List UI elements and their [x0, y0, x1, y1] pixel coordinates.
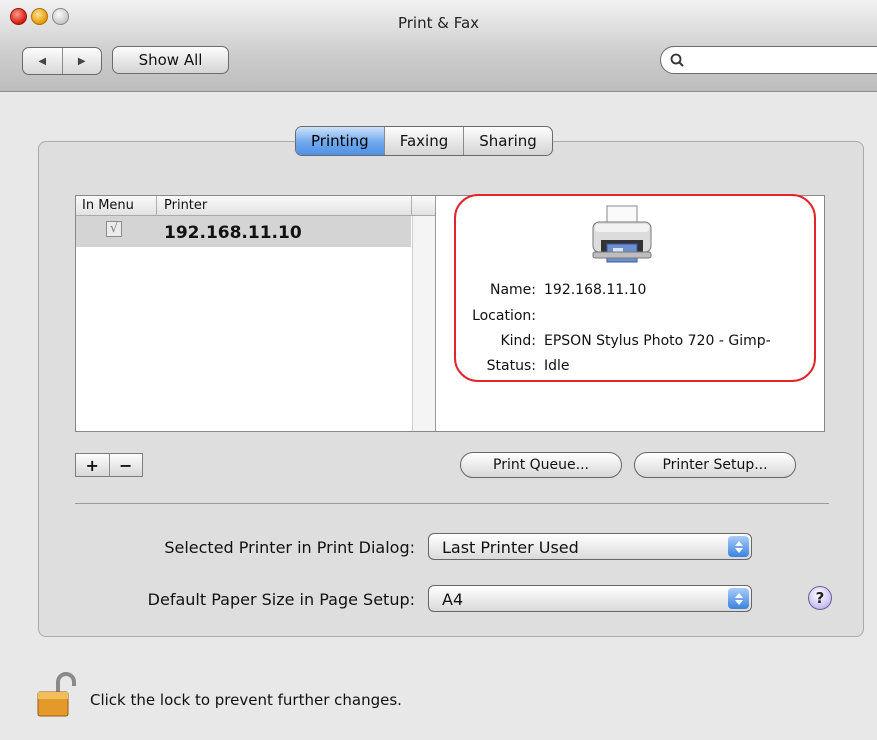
printer-list-header: In Menu Printer — [76, 196, 435, 216]
select-arrows-icon — [728, 588, 749, 609]
tab-sharing[interactable]: Sharing — [464, 127, 552, 155]
status-value: Idle — [544, 358, 570, 374]
forward-arrow-icon[interactable]: ▶ — [63, 48, 102, 74]
column-header-in-menu[interactable]: In Menu — [82, 198, 134, 213]
add-printer-button[interactable]: + — [76, 454, 110, 476]
lock-open-icon[interactable] — [36, 670, 80, 718]
select-arrows-icon — [728, 536, 749, 557]
paper-size-label: Default Paper Size in Page Setup: — [147, 590, 415, 609]
back-forward-control[interactable]: ◀ ▶ — [22, 47, 102, 75]
list-scrollbar[interactable] — [412, 216, 435, 431]
paper-size-select[interactable]: A4 — [428, 585, 752, 612]
search-icon — [670, 53, 684, 67]
print-queue-button[interactable]: Print Queue... — [460, 452, 622, 478]
tab-faxing[interactable]: Faxing — [385, 127, 465, 155]
tab-bar: Printing Faxing Sharing — [295, 126, 553, 156]
selected-printer-select[interactable]: Last Printer Used — [428, 533, 752, 560]
kind-label: Kind: — [500, 333, 536, 349]
tab-printing[interactable]: Printing — [296, 127, 385, 155]
selected-printer-label: Selected Printer in Print Dialog: — [164, 538, 415, 557]
column-header-printer[interactable]: Printer — [164, 198, 207, 213]
window-titlebar: Print & Fax ◀ ▶ Show All — [0, 0, 877, 92]
show-all-button[interactable]: Show All — [112, 46, 229, 74]
back-arrow-icon[interactable]: ◀ — [23, 48, 63, 74]
window-title: Print & Fax — [397, 14, 480, 32]
kind-value: EPSON Stylus Photo 720 - Gimp- — [544, 333, 771, 349]
selected-printer-value: Last Printer Used — [442, 538, 579, 557]
printer-row[interactable]: √ 192.168.11.10 — [76, 216, 411, 247]
help-button[interactable]: ? — [808, 586, 832, 610]
printer-name: 192.168.11.10 — [164, 223, 302, 243]
add-remove-control: + − — [75, 453, 143, 477]
printer-icon — [592, 205, 652, 263]
status-label: Status: — [486, 358, 536, 374]
lock-message: Click the lock to prevent further change… — [90, 691, 402, 709]
remove-printer-button[interactable]: − — [110, 454, 143, 476]
printer-setup-button[interactable]: Printer Setup... — [634, 452, 796, 478]
search-field[interactable] — [660, 46, 877, 74]
name-value: 192.168.11.10 — [544, 282, 647, 298]
location-label: Location: — [472, 308, 536, 324]
section-divider — [75, 503, 829, 504]
in-menu-checkbox[interactable]: √ — [106, 221, 122, 237]
paper-size-value: A4 — [442, 590, 464, 609]
printer-info-highlight: Name: 192.168.11.10 Location: Kind: EPSO… — [454, 194, 816, 382]
name-label: Name: — [489, 282, 536, 298]
printer-list: In Menu Printer √ 192.168.11.10 — [76, 196, 436, 431]
